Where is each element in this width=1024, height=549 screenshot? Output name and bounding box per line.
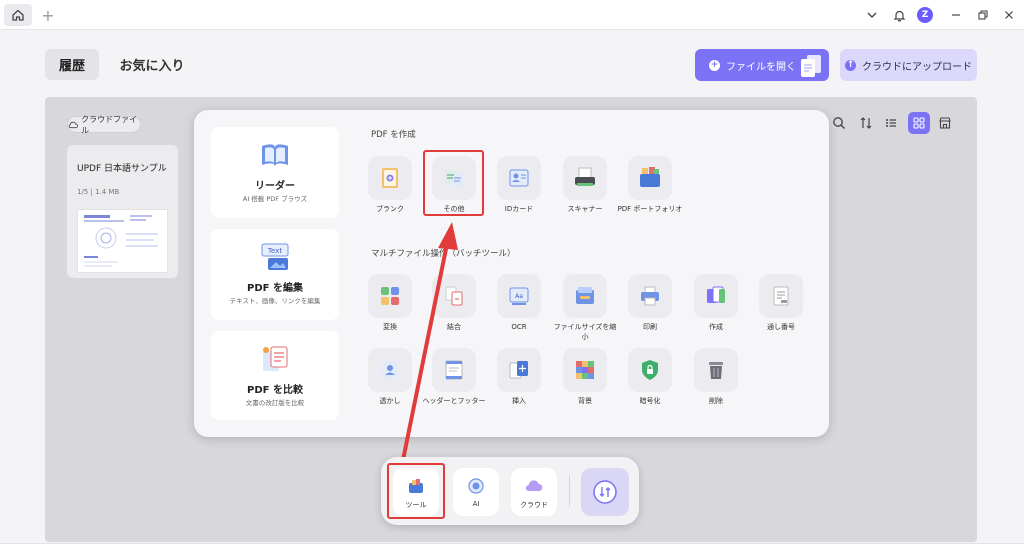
- dock-ai-label: AI: [472, 500, 480, 508]
- sync-icon: [593, 480, 617, 504]
- dock-separator: [569, 475, 570, 507]
- highlight-tools-button: [387, 463, 445, 519]
- dock-sync-button[interactable]: [581, 468, 629, 516]
- dock-ai-button[interactable]: AI: [453, 468, 499, 516]
- bottom-strip: [0, 543, 1024, 549]
- ai-icon: [468, 478, 484, 494]
- cloud-icon: [525, 480, 543, 492]
- dock-cloud-label: クラウド: [520, 501, 548, 509]
- dock-cloud-button[interactable]: クラウド: [511, 468, 557, 516]
